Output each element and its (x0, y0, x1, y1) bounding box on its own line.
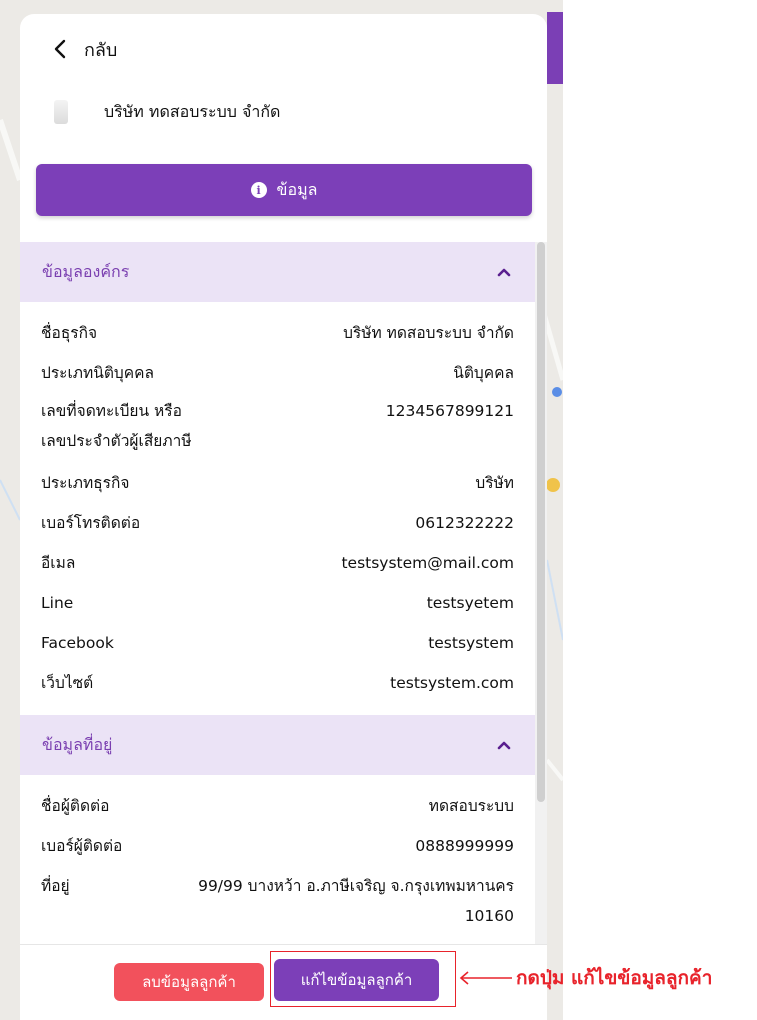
chevron-up-icon[interactable] (495, 263, 513, 281)
detail-label: ประเภทนิติบุคคล (41, 364, 154, 382)
detail-value: นิติบุคคล (453, 364, 514, 382)
detail-value: testsyetem (426, 594, 514, 612)
detail-label: Line (41, 594, 74, 612)
company-header: บริษัท ทดสอบระบบ จำกัด (42, 86, 280, 138)
info-tab-button[interactable]: i ข้อมูล (36, 164, 532, 216)
arrow-left-icon (459, 971, 512, 985)
company-name: บริษัท ทดสอบระบบ จำกัด (104, 101, 281, 121)
detail-value: 1234567899121 (385, 402, 514, 420)
back-link[interactable]: กลับ (50, 34, 117, 64)
detail-label: เลขที่จดทะเบียน หรือ เลขประจำตัวผู้เสียภ… (41, 396, 192, 456)
highlight-box (270, 951, 456, 1007)
detail-row: ประเภทธุรกิจ บริษัท (41, 468, 514, 508)
detail-label-line: เลขประจำตัวผู้เสียภาษี (41, 432, 192, 450)
chevron-up-icon[interactable] (495, 736, 513, 754)
detail-value: testsystem.com (390, 674, 514, 692)
detail-label: เบอร์ผู้ติดต่อ (41, 837, 123, 855)
detail-row: ประเภทนิติบุคคล นิติบุคคล (41, 358, 514, 396)
detail-value: testsystem (428, 634, 514, 652)
chevron-left-icon (54, 39, 66, 59)
instruction-annotation: กดปุ่ม แก้ไขข้อมูลลูกค้า (516, 967, 713, 989)
detail-row: เบอร์ผู้ติดต่อ 0888999999 (41, 831, 514, 871)
detail-row: เว็บไซต์ testsystem.com (41, 668, 514, 708)
detail-label: เบอร์โทรติดต่อ (41, 514, 141, 532)
detail-row: อีเมล testsystem@mail.com (41, 548, 514, 588)
info-button-label: ข้อมูล (276, 179, 318, 199)
customer-detail-panel: กลับ บริษัท ทดสอบระบบ จำกัด i ข้อมูล ข้อ… (20, 14, 547, 1020)
detail-row: ที่อยู่ 99/99 บางหว้า อ.ภาษีเจริญ จ.กรุง… (41, 871, 514, 935)
address-details: ชื่อผู้ติดต่อ ทดสอบระบบ เบอร์ผู้ติดต่อ 0… (41, 791, 514, 935)
section-title-address: ข้อมูลที่อยู่ (42, 734, 113, 754)
scrollbar-thumb[interactable] (537, 242, 545, 802)
organization-details: ชื่อธุรกิจ บริษัท ทดสอบระบบ จำกัด ประเภท… (41, 318, 514, 708)
section-header-organization[interactable]: ข้อมูลองค์กร (20, 242, 535, 302)
detail-label: ชื่อธุรกิจ (41, 324, 98, 342)
detail-row: ชื่อธุรกิจ บริษัท ทดสอบระบบ จำกัด (41, 318, 514, 358)
section-title-organization: ข้อมูลองค์กร (42, 261, 130, 281)
detail-value: 99/99 บางหว้า อ.ภาษีเจริญ จ.กรุงเทพมหานค… (198, 871, 514, 931)
detail-row: เบอร์โทรติดต่อ 0612322222 (41, 508, 514, 548)
detail-row: เลขที่จดทะเบียน หรือ เลขประจำตัวผู้เสียภ… (41, 396, 514, 468)
detail-row: Facebook testsystem (41, 628, 514, 668)
detail-row: ชื่อผู้ติดต่อ ทดสอบระบบ (41, 791, 514, 831)
detail-label: อีเมล (41, 554, 76, 572)
detail-label: Facebook (41, 634, 114, 652)
detail-value: บริษัท (475, 474, 514, 492)
detail-row: Line testsyetem (41, 588, 514, 628)
postal-code: 10160 (464, 907, 514, 925)
detail-label: ชื่อผู้ติดต่อ (41, 797, 110, 815)
delete-customer-button[interactable]: ลบข้อมูลลูกค้า (114, 963, 264, 1001)
detail-value: testsystem@mail.com (341, 554, 514, 572)
detail-value: 0888999999 (415, 837, 514, 855)
back-label: กลับ (84, 39, 118, 61)
info-icon: i (250, 182, 267, 198)
detail-label: เว็บไซต์ (41, 674, 94, 692)
company-logo (42, 86, 80, 138)
detail-value: ทดสอบระบบ (428, 797, 514, 815)
detail-value: บริษัท ทดสอบระบบ จำกัด (343, 324, 514, 342)
detail-value: 0612322222 (415, 514, 514, 532)
map-overlay-strip (547, 12, 563, 84)
detail-label-line: เลขที่จดทะเบียน หรือ (41, 402, 182, 420)
address-line: 99/99 บางหว้า อ.ภาษีเจริญ จ.กรุงเทพมหานค… (198, 877, 514, 895)
detail-label: ที่อยู่ (41, 877, 70, 895)
section-header-address[interactable]: ข้อมูลที่อยู่ (20, 715, 535, 775)
detail-label: ประเภทธุรกิจ (41, 474, 130, 492)
